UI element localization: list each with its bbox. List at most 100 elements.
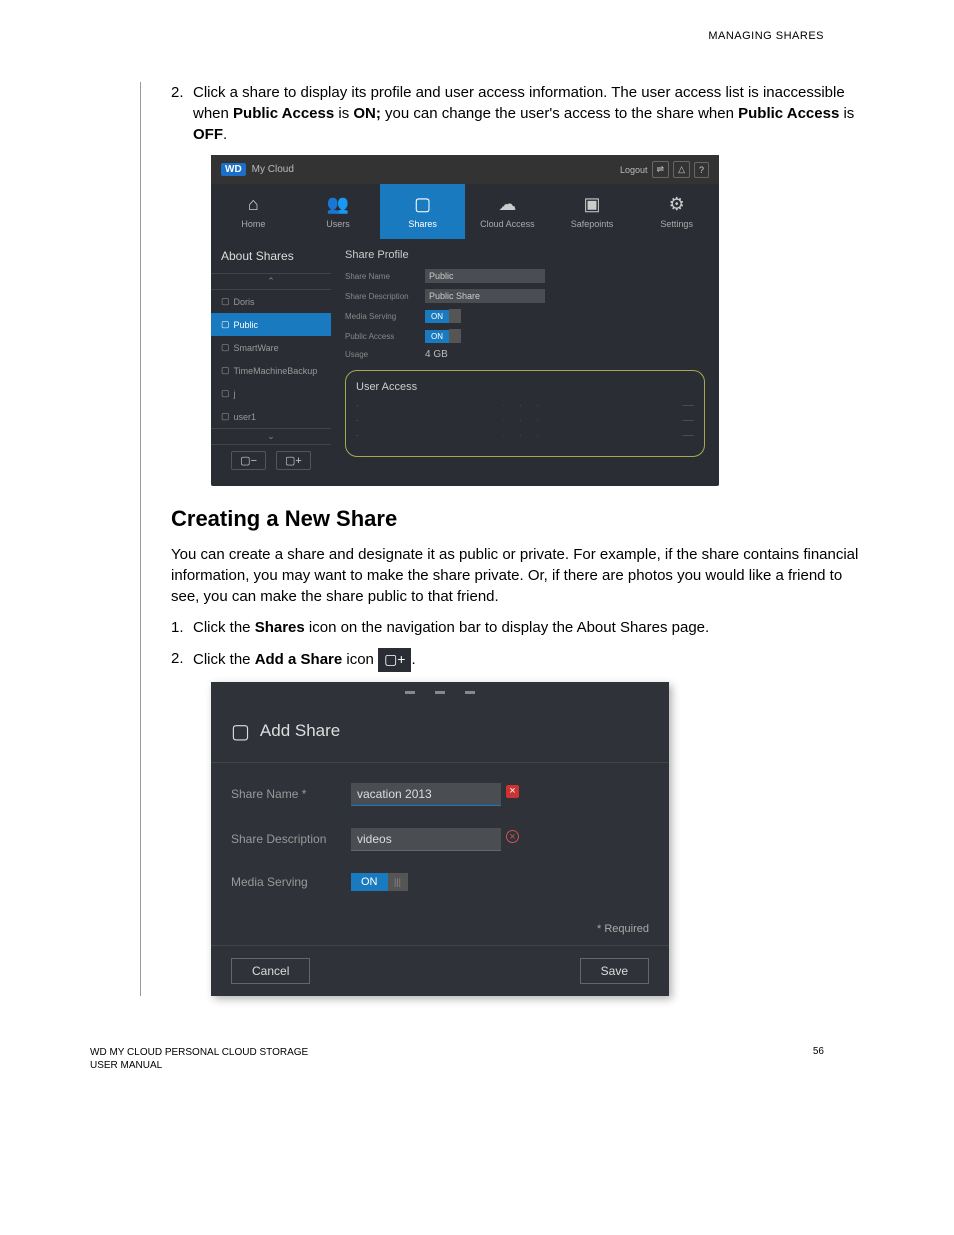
nav-settings[interactable]: ⚙ Settings bbox=[634, 184, 719, 239]
add-share-icon: ▢+ bbox=[378, 648, 411, 672]
share-name-input[interactable] bbox=[425, 269, 545, 283]
on: ON bbox=[425, 310, 449, 323]
l: user1 bbox=[234, 412, 257, 422]
user-access-panel: User Access ····── ····── ····── bbox=[345, 370, 705, 457]
toggle-handle-icon: ||| bbox=[388, 873, 408, 891]
remove-share-button[interactable]: ▢− bbox=[231, 451, 266, 470]
user-access-row: ····── bbox=[356, 431, 694, 440]
l: Settings bbox=[660, 219, 693, 229]
gear-icon: ⚙ bbox=[638, 194, 715, 215]
create-step-1: 1. Click the Shares icon on the navigati… bbox=[171, 617, 864, 638]
media-serving-label: Media Serving bbox=[231, 875, 351, 889]
t: is bbox=[839, 105, 854, 122]
l: SmartWare bbox=[234, 343, 279, 353]
step-text: Click the Add a Share icon ▢+. bbox=[193, 648, 864, 672]
scroll-down-icon[interactable]: ⌄ bbox=[211, 428, 331, 445]
folder-icon: ▢ bbox=[221, 388, 230, 399]
l: Public bbox=[234, 320, 259, 330]
t: Click the bbox=[193, 619, 255, 636]
media-serving-toggle[interactable]: ON ||| bbox=[351, 873, 408, 891]
media-serving-toggle[interactable]: ON bbox=[425, 309, 461, 323]
t: . bbox=[411, 651, 415, 668]
folder-icon: ▢ bbox=[231, 719, 250, 744]
footer-manual: USER MANUAL bbox=[90, 1059, 308, 1072]
share-desc-input[interactable] bbox=[351, 828, 501, 851]
wd-logo: WD bbox=[221, 163, 246, 176]
t: icon bbox=[342, 651, 378, 668]
public-access-label: Public Access bbox=[345, 332, 425, 341]
cloud-icon: ☁ bbox=[469, 194, 546, 215]
on: ON bbox=[351, 873, 388, 891]
usb-icon[interactable]: ⇌ bbox=[652, 161, 670, 178]
alert-icon[interactable]: △ bbox=[673, 161, 690, 178]
user-access-title: User Access bbox=[356, 381, 694, 393]
heading-creating-new-share: Creating a New Share bbox=[171, 506, 864, 532]
nav-shares[interactable]: ▢Shares bbox=[380, 184, 465, 239]
home-icon: ⌂ bbox=[215, 194, 292, 215]
nav-users[interactable]: 👥Users bbox=[296, 184, 381, 239]
l: TimeMachineBackup bbox=[234, 366, 318, 376]
t: . bbox=[223, 126, 227, 143]
safepoint-icon: ▣ bbox=[554, 194, 631, 215]
add-share-button[interactable]: ▢+ bbox=[276, 451, 311, 470]
scroll-up-icon[interactable]: ⌃ bbox=[211, 273, 331, 290]
clear-icon[interactable]: × bbox=[506, 785, 519, 798]
nav-cloud-access[interactable]: ☁ Cloud Access bbox=[465, 184, 550, 239]
user-access-row: ····── bbox=[356, 416, 694, 425]
l: Safepoints bbox=[571, 219, 614, 229]
folder-icon: ▢ bbox=[221, 319, 230, 330]
page-number: 56 bbox=[813, 1046, 824, 1072]
b: Shares bbox=[255, 619, 305, 636]
step-number: 2. bbox=[171, 82, 193, 145]
toggle-handle-icon bbox=[449, 309, 461, 323]
share-profile-title: Share Profile bbox=[345, 249, 705, 261]
help-icon[interactable]: ? bbox=[694, 162, 709, 178]
b: Public Access bbox=[738, 105, 839, 122]
clear-icon[interactable]: × bbox=[506, 830, 519, 843]
share-desc-input[interactable] bbox=[425, 289, 545, 303]
share-item-j[interactable]: ▢j bbox=[211, 382, 331, 405]
step-text: Click the Shares icon on the navigation … bbox=[193, 617, 864, 638]
b: OFF bbox=[193, 126, 223, 143]
screenshot-add-share: ▬▬▬ ▢ Add Share Share Name * × Share Des… bbox=[211, 682, 669, 996]
share-item-public[interactable]: ▢ Public bbox=[211, 313, 331, 336]
add-share-title: Add Share bbox=[260, 721, 340, 741]
l: Doris bbox=[234, 297, 255, 307]
l: Shares bbox=[408, 219, 437, 229]
t: you can change the user's access to the … bbox=[381, 105, 738, 122]
b: Public Access bbox=[233, 105, 334, 122]
usage-label: Usage bbox=[345, 350, 425, 359]
b: ON; bbox=[353, 105, 381, 122]
b: Add a Share bbox=[255, 651, 343, 668]
nav-home[interactable]: ⌂Home bbox=[211, 184, 296, 239]
save-button[interactable]: Save bbox=[580, 958, 649, 984]
share-item-timemachine[interactable]: ▢TimeMachineBackup bbox=[211, 359, 331, 382]
page-footer: WD MY CLOUD PERSONAL CLOUD STORAGE USER … bbox=[90, 1046, 864, 1072]
t: is bbox=[334, 105, 353, 122]
logout-link[interactable]: Logout bbox=[620, 165, 648, 175]
t: Click the bbox=[193, 651, 255, 668]
page-header-section: MANAGING SHARES bbox=[90, 30, 824, 42]
step-number: 1. bbox=[171, 617, 193, 638]
step-text: Click a share to display its profile and… bbox=[193, 82, 864, 145]
create-step-2: 2. Click the Add a Share icon ▢+. bbox=[171, 648, 864, 672]
screenshot-about-shares: WD My Cloud Logout ⇌ △ ? ⌂Home 👥Users ▢S… bbox=[211, 155, 719, 486]
cancel-button[interactable]: Cancel bbox=[231, 958, 310, 984]
share-item-user1[interactable]: ▢ user1 bbox=[211, 405, 331, 428]
step-2: 2. Click a share to display its profile … bbox=[171, 82, 864, 145]
share-desc-label: Share Description bbox=[345, 292, 425, 301]
about-shares-title: About Shares bbox=[211, 249, 331, 273]
nav-safepoints[interactable]: ▣ Safepoints bbox=[550, 184, 635, 239]
share-desc-label: Share Description bbox=[231, 832, 351, 846]
step-number: 2. bbox=[171, 648, 193, 672]
share-item-doris[interactable]: ▢Doris bbox=[211, 290, 331, 313]
share-item-smartware[interactable]: ▢SmartWare bbox=[211, 336, 331, 359]
share-name-input[interactable] bbox=[351, 783, 501, 806]
public-access-toggle[interactable]: ON bbox=[425, 329, 461, 343]
on: ON bbox=[425, 330, 449, 343]
intro-paragraph: You can create a share and designate it … bbox=[171, 544, 864, 607]
l: Cloud Access bbox=[480, 219, 535, 229]
l: Users bbox=[326, 219, 350, 229]
folder-icon: ▢ bbox=[221, 411, 230, 422]
required-note: * Required bbox=[211, 923, 669, 945]
